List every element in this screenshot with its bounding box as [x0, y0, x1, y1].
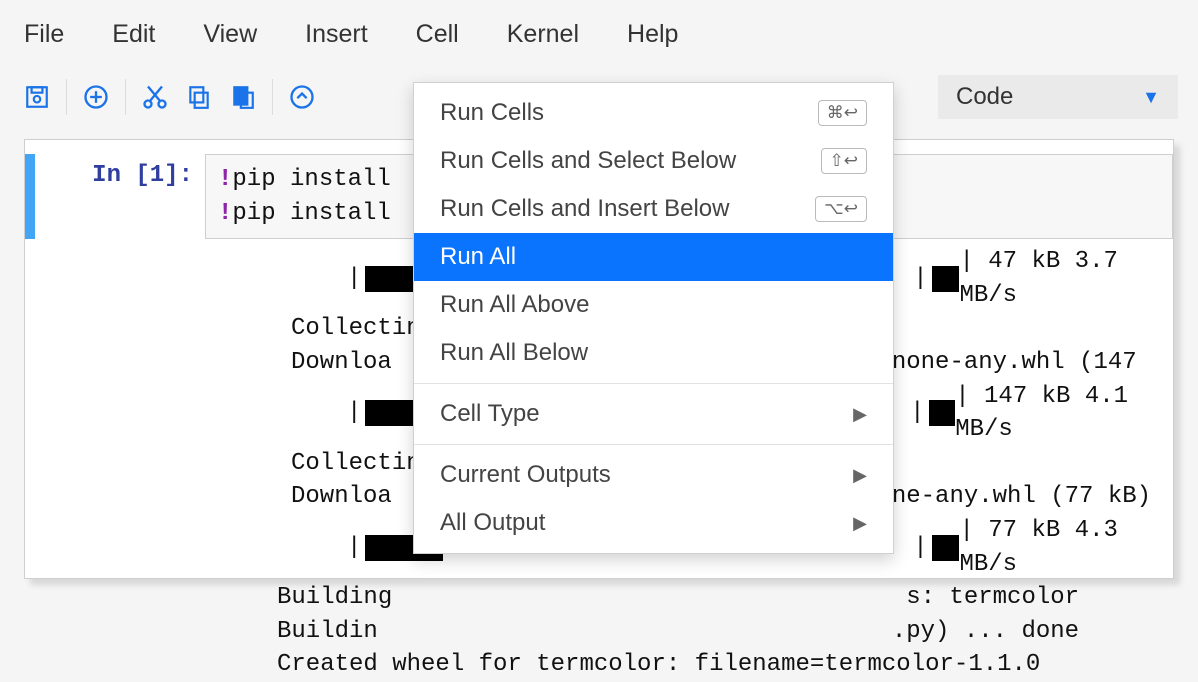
menu-label: Run Cells and Select Below: [440, 147, 736, 175]
bang: !: [218, 166, 232, 193]
menu-label: Run All: [440, 243, 516, 271]
menu-separator: [414, 383, 893, 384]
output-text: s: termcolor: [906, 581, 1079, 615]
menu-run-all-above[interactable]: Run All Above: [414, 281, 893, 329]
menu-label: Run Cells and Insert Below: [440, 195, 729, 223]
output-text: Downloa: [291, 346, 392, 380]
progress-bar: [932, 266, 960, 292]
menu-label: Run All Below: [440, 339, 588, 367]
output-pipe: |: [347, 396, 361, 430]
menu-current-outputs[interactable]: Current Outputs ▶: [414, 451, 893, 499]
toolbar-divider: [66, 79, 67, 115]
toolbar-divider: [125, 79, 126, 115]
menu-run-all-below[interactable]: Run All Below: [414, 329, 893, 377]
move-up-button[interactable]: [285, 80, 319, 114]
menu-cell[interactable]: Cell: [416, 20, 459, 49]
menu-run-cells[interactable]: Run Cells ⌘↩: [414, 89, 893, 137]
menu-view[interactable]: View: [203, 20, 257, 49]
menu-insert[interactable]: Insert: [305, 20, 368, 49]
output-text: .py) ... done: [892, 615, 1079, 649]
shortcut-badge: ⌥↩: [815, 196, 867, 222]
submenu-caret-icon: ▶: [853, 465, 867, 486]
submenu-caret-icon: ▶: [853, 513, 867, 534]
progress-bar: [929, 400, 956, 426]
output-pipe: |: [913, 531, 927, 565]
output-pipe: |: [347, 262, 361, 296]
menu-run-cells-select-below[interactable]: Run Cells and Select Below ⇧↩: [414, 137, 893, 185]
menu-edit[interactable]: Edit: [112, 20, 155, 49]
code-text: pip install: [232, 166, 390, 193]
menu-all-output[interactable]: All Output ▶: [414, 499, 893, 547]
shortcut-badge: ⇧↩: [821, 148, 868, 174]
copy-button[interactable]: [182, 80, 216, 114]
bang: !: [218, 200, 232, 227]
menu-kernel[interactable]: Kernel: [507, 20, 579, 49]
menu-label: Cell Type: [440, 400, 540, 428]
cell-prompt: In [1]:: [35, 154, 205, 239]
output-text: | 47 kB 3.7 MB/s: [959, 245, 1173, 312]
caret-down-icon: ▼: [1142, 87, 1160, 108]
shortcut-badge: ⌘↩: [818, 100, 867, 126]
menu-label: All Output: [440, 509, 545, 537]
paste-button[interactable]: [226, 80, 260, 114]
progress-bar: [932, 535, 960, 561]
output-text: Collectin: [291, 312, 421, 346]
output-pipe: |: [347, 531, 361, 565]
output-pipe: |: [910, 396, 924, 430]
cell-gutter: [25, 154, 35, 239]
menu-label: Run All Above: [440, 291, 589, 319]
output-text: | 147 kB 4.1 MB/s: [955, 380, 1173, 447]
toolbar-divider: [272, 79, 273, 115]
menu-separator: [414, 444, 893, 445]
menubar: File Edit View Insert Cell Kernel Help: [0, 0, 1198, 67]
output-text: Buildin: [277, 615, 378, 649]
output-text: none-any.whl (147: [892, 346, 1137, 380]
output-pipe: |: [913, 262, 927, 296]
cell-type-value: Code: [956, 83, 1013, 111]
output-text: Created wheel for termcolor: filename=te…: [277, 648, 1040, 682]
menu-run-cells-insert-below[interactable]: Run Cells and Insert Below ⌥↩: [414, 185, 893, 233]
menu-cell-type[interactable]: Cell Type ▶: [414, 390, 893, 438]
menu-label: Run Cells: [440, 99, 544, 127]
output-text: Collectin: [291, 447, 421, 481]
cell-type-select[interactable]: Code ▼: [938, 75, 1178, 119]
menu-label: Current Outputs: [440, 461, 611, 489]
output-text: Building: [277, 581, 392, 615]
menu-run-all[interactable]: Run All: [414, 233, 893, 281]
cell-menu-dropdown: Run Cells ⌘↩ Run Cells and Select Below …: [413, 82, 894, 554]
cut-button[interactable]: [138, 80, 172, 114]
submenu-caret-icon: ▶: [853, 404, 867, 425]
output-text: Downloa: [291, 480, 392, 514]
output-text: ne-any.whl (77 kB): [892, 480, 1151, 514]
output-text: | 77 kB 4.3 MB/s: [959, 514, 1173, 581]
add-cell-button[interactable]: [79, 80, 113, 114]
code-text: pip install: [232, 200, 390, 227]
menu-file[interactable]: File: [24, 20, 64, 49]
menu-help[interactable]: Help: [627, 20, 678, 49]
save-button[interactable]: [20, 80, 54, 114]
